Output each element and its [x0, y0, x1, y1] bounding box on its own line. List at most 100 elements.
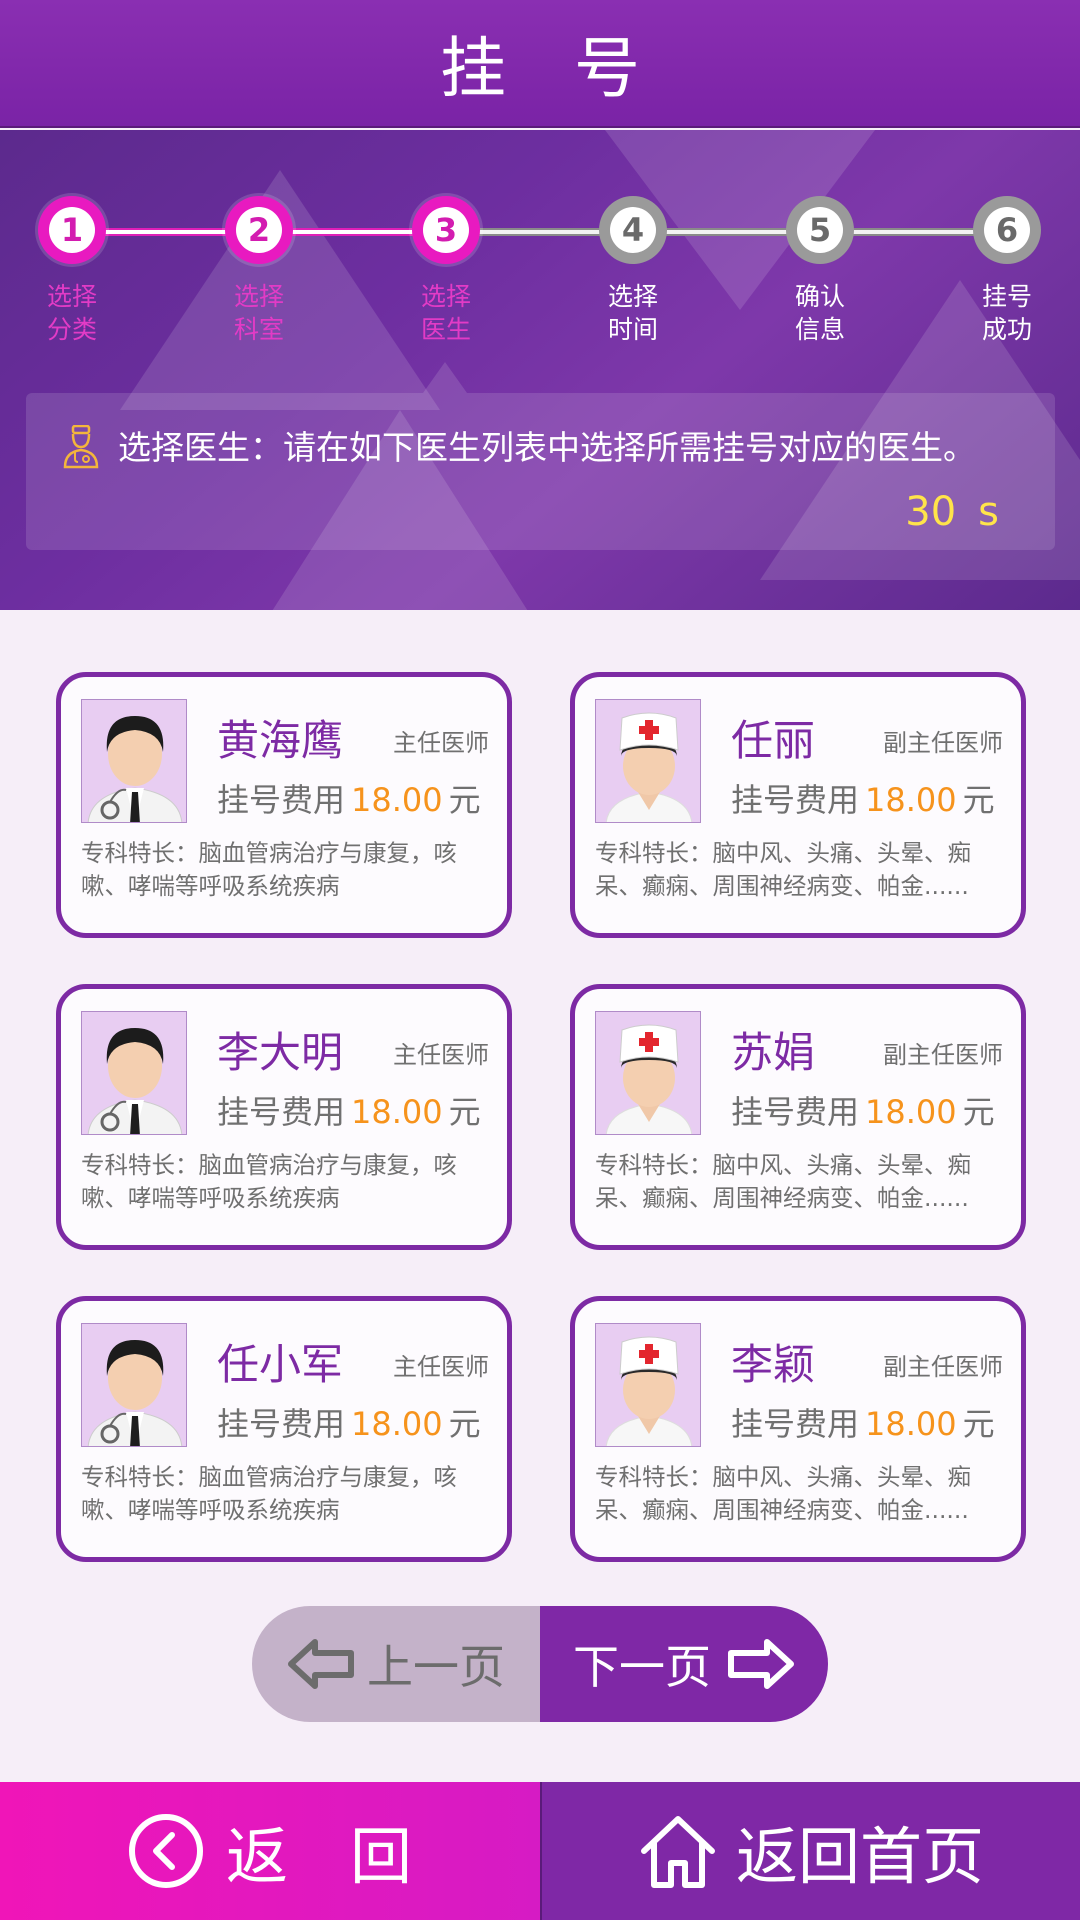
fee-label: 挂号费用	[731, 781, 860, 819]
countdown-timer: 30 s	[905, 489, 999, 535]
step-number: 6	[984, 207, 1030, 253]
home-icon	[640, 1816, 715, 1888]
page-title: 挂号	[440, 30, 708, 107]
step-number: 1	[49, 207, 95, 253]
doctor-avatar	[81, 699, 187, 823]
male-doctor-icon	[82, 716, 186, 822]
step-2-indicator: 2	[225, 196, 293, 264]
doctor-card[interactable]: 李大明 主任医师挂号费用 18.00 元专科特长：脑血管病治疗与康复，咳嗽、哮喘等呼吸…	[56, 984, 512, 1250]
pagination: 上一页 下一页	[252, 1606, 828, 1722]
fee-label: 挂号费用	[217, 1405, 346, 1443]
registration-fee: 挂号费用 18.00 元	[217, 1087, 481, 1133]
doctor-name: 任小军	[217, 1340, 344, 1389]
registration-fee: 挂号费用 18.00 元	[731, 775, 995, 821]
doctor-specialty: 专科特长：脑血管病治疗与康复，咳嗽、哮喘等呼吸系统疾病	[81, 839, 457, 900]
progress-panel: 1 选择 分类 2 选择 科室 3 选择 医生 4 选择 时间 5 确认 信息 6 挂号 成功 选择医…	[0, 130, 1080, 610]
doctor-specialty: 专科特长：脑血管病治疗与康复，咳嗽、哮喘等呼吸系统疾病	[81, 1463, 457, 1524]
fee-unit: 元	[962, 1093, 995, 1131]
step-6-label: 挂号 成功	[981, 282, 1032, 344]
doctor-avatar	[81, 1011, 187, 1135]
notice-message: 选择医生：请在如下医生列表中选择所需挂号对应的医生。	[118, 428, 976, 467]
doctor-card[interactable]: 黄海鹰 主任医师挂号费用 18.00 元专科特长：脑血管病治疗与康复，咳嗽、哮喘等呼吸…	[56, 672, 512, 938]
doctor-card[interactable]: 任丽 副主任医师 挂号费用 18.00 元专科特长：脑中风、头痛、头晕、痴呆、癫痫、周围…	[570, 672, 1026, 938]
progress-track-pending	[446, 228, 1004, 236]
step-6-indicator: 6	[973, 196, 1041, 264]
fee-label: 挂号费用	[731, 1405, 860, 1443]
step-4-indicator: 4	[599, 196, 667, 264]
prev-page-label: 上一页	[367, 1640, 505, 1694]
registration-fee: 挂号费用 18.00 元	[731, 1399, 995, 1445]
doctor-icon	[63, 425, 99, 469]
female-nurse-icon	[596, 1024, 700, 1134]
back-label: 返回	[225, 1820, 474, 1893]
step-number: 3	[423, 207, 469, 253]
fee-unit: 元	[962, 1405, 995, 1443]
home-label: 返回首页	[735, 1820, 984, 1893]
fee-unit: 元	[448, 1405, 481, 1443]
step-5-indicator: 5	[786, 196, 854, 264]
doctor-avatar	[595, 699, 701, 823]
step-number: 2	[236, 207, 282, 253]
next-page-label: 下一页	[573, 1640, 711, 1694]
countdown-unit: s	[978, 489, 999, 535]
registration-fee: 挂号费用 18.00 元	[217, 775, 481, 821]
doctor-title: 副主任医师	[883, 1041, 1003, 1069]
registration-fee: 挂号费用 18.00 元	[731, 1087, 995, 1133]
step-1-label: 选择 分类	[46, 282, 97, 344]
step-1-indicator: 1	[38, 196, 106, 264]
doctor-title: 主任医师	[393, 729, 489, 757]
doctor-avatar	[595, 1323, 701, 1447]
registration-fee: 挂号费用 18.00 元	[217, 1399, 481, 1445]
doctor-avatar	[81, 1323, 187, 1447]
doctor-specialty: 专科特长：脑血管病治疗与康复，咳嗽、哮喘等呼吸系统疾病	[81, 1151, 457, 1212]
step-number: 5	[797, 207, 843, 253]
fee-amount: 18.00	[351, 781, 443, 819]
fee-unit: 元	[448, 781, 481, 819]
chevron-left-circle-icon	[128, 1814, 203, 1888]
fee-amount: 18.00	[351, 1405, 443, 1443]
doctor-name: 苏娟	[731, 1028, 816, 1077]
step-3-indicator: 3	[412, 196, 480, 264]
doctor-avatar	[595, 1011, 701, 1135]
female-nurse-icon	[596, 712, 700, 822]
doctor-name: 任丽	[731, 716, 816, 765]
male-doctor-icon	[82, 1028, 186, 1134]
step-5-label: 确认 信息	[794, 282, 845, 344]
back-button[interactable]: 返回	[0, 1782, 540, 1920]
male-doctor-icon	[82, 1340, 186, 1446]
countdown-value: 30	[905, 489, 957, 535]
doctor-specialty: 专科特长：脑中风、头痛、头晕、痴呆、癫痫、周围神经病变、帕金......	[595, 839, 971, 900]
prev-page-button[interactable]: 上一页	[252, 1606, 540, 1722]
arrow-right-icon	[728, 1639, 794, 1689]
home-button[interactable]: 返回首页	[540, 1782, 1080, 1920]
notice-box: 选择医生：请在如下医生列表中选择所需挂号对应的医生。 30 s	[26, 393, 1055, 550]
doctor-name: 李大明	[217, 1028, 344, 1077]
doctor-specialty: 专科特长：脑中风、头痛、头晕、痴呆、癫痫、周围神经病变、帕金......	[595, 1463, 971, 1524]
fee-amount: 18.00	[865, 1405, 957, 1443]
doctor-card[interactable]: 任小军 主任医师挂号费用 18.00 元专科特长：脑血管病治疗与康复，咳嗽、哮喘等呼吸…	[56, 1296, 512, 1562]
doctor-card[interactable]: 李颖 副主任医师 挂号费用 18.00 元专科特长：脑中风、头痛、头晕、痴呆、癫痫、周围…	[570, 1296, 1026, 1562]
bottom-bar: 返回 返回首页	[0, 1782, 1080, 1920]
next-page-button[interactable]: 下一页	[540, 1606, 828, 1722]
app-header: 挂号	[0, 0, 1080, 128]
doctor-specialty: 专科特长：脑中风、头痛、头晕、痴呆、癫痫、周围神经病变、帕金......	[595, 1151, 971, 1212]
step-2-label: 选择 科室	[233, 282, 284, 344]
step-3-label: 选择 医生	[420, 282, 471, 344]
fee-amount: 18.00	[865, 781, 957, 819]
doctor-title: 副主任医师	[883, 1353, 1003, 1381]
step-4-label: 选择 时间	[607, 282, 658, 344]
notice-pointer	[423, 362, 467, 393]
doctor-name: 李颖	[731, 1340, 816, 1389]
doctor-title: 主任医师	[393, 1041, 489, 1069]
fee-label: 挂号费用	[217, 1093, 346, 1131]
arrow-left-icon	[288, 1639, 354, 1689]
female-nurse-icon	[596, 1336, 700, 1446]
doctor-name: 黄海鹰	[217, 716, 344, 765]
fee-amount: 18.00	[865, 1093, 957, 1131]
doctor-title: 副主任医师	[883, 729, 1003, 757]
fee-unit: 元	[448, 1093, 481, 1131]
doctor-title: 主任医师	[393, 1353, 489, 1381]
doctor-card[interactable]: 苏娟 副主任医师挂号费用 18.00 元专科特长：脑中风、头痛、头晕、痴呆、癫痫、周围…	[570, 984, 1026, 1250]
fee-unit: 元	[962, 781, 995, 819]
progress-track	[72, 228, 1004, 236]
